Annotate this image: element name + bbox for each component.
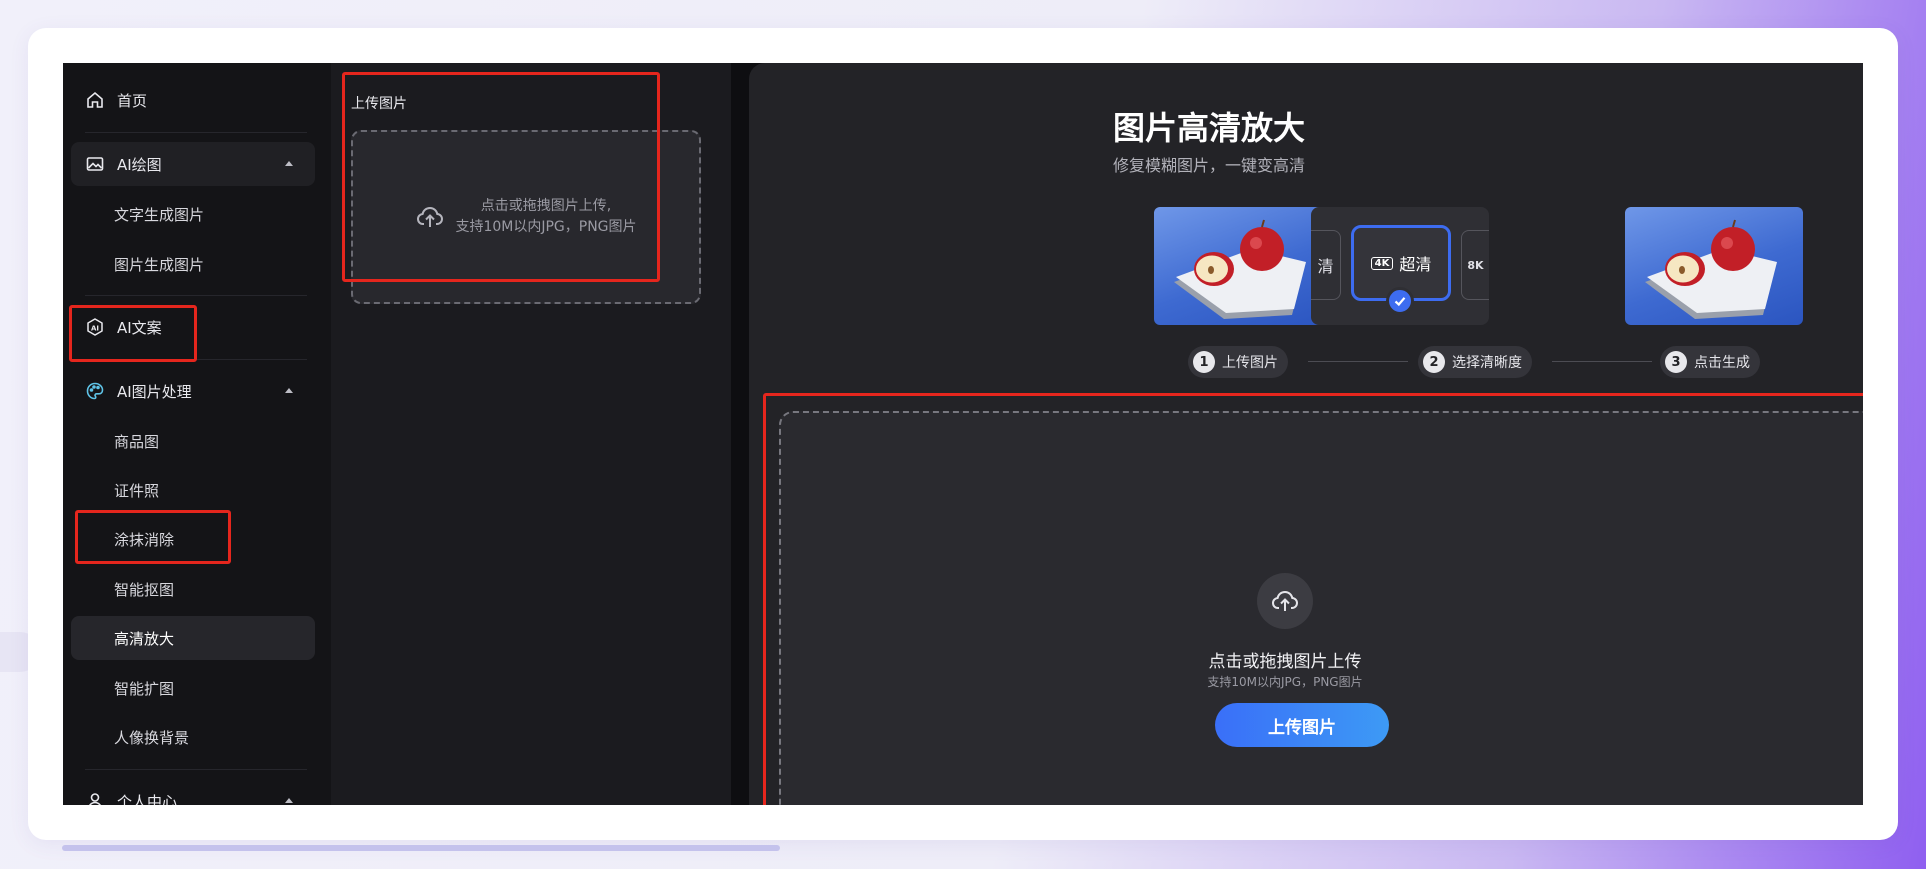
- nav-personal-center[interactable]: 个人中心: [71, 779, 315, 805]
- upload-hint: 支持10M以内JPG，PNG图片: [1207, 675, 1363, 689]
- sidebar: 首页 AI绘图 文字生成图片 图片生成图片 AI AI文案 AI图片处理 商品图…: [63, 63, 331, 805]
- upload-image-button[interactable]: 上传图片: [1215, 703, 1389, 747]
- app-window: 首页 AI绘图 文字生成图片 图片生成图片 AI AI文案 AI图片处理 商品图…: [63, 63, 1863, 805]
- step-number: 2: [1423, 351, 1445, 373]
- upload-cloud-button[interactable]: [1257, 573, 1313, 629]
- nav-ai-image-processing-label: AI图片处理: [117, 382, 192, 401]
- user-icon: [85, 791, 105, 805]
- main-content: 图片高清放大 修复模糊图片，一键变高清 清 4K 超清 8K 1 上传图片 2 …: [749, 63, 1863, 805]
- step-number: 3: [1665, 351, 1687, 373]
- panel-upload-dropzone[interactable]: 点击或拖拽图片上传, 支持10M以内JPG，PNG图片: [351, 130, 701, 304]
- nav-home-label: 首页: [117, 91, 148, 110]
- upload-title: 点击或拖拽图片上传: [1208, 652, 1362, 672]
- apple-image: [1174, 219, 1306, 319]
- step-label: 上传图片: [1222, 355, 1278, 371]
- quality-option-hd[interactable]: 清: [1311, 230, 1341, 300]
- ai-icon: AI: [85, 317, 105, 337]
- step-connector: [1552, 361, 1652, 362]
- chevron-up-icon: [285, 798, 293, 803]
- panel-title: 上传图片: [351, 96, 407, 112]
- apple-image: [1645, 219, 1777, 319]
- sidebar-item-cutout[interactable]: 智能抠图: [71, 567, 315, 611]
- nav-ai-copywriting[interactable]: AI AI文案: [71, 305, 315, 349]
- divider: [85, 132, 307, 133]
- 4k-badge: 4K: [1370, 256, 1394, 270]
- sidebar-item-upscale[interactable]: 高清放大: [71, 616, 315, 660]
- svg-text:AI: AI: [91, 325, 99, 333]
- step-label: 选择清晰度: [1452, 355, 1522, 371]
- nav-ai-drawing-label: AI绘图: [117, 155, 162, 174]
- page-subtitle: 修复模糊图片，一键变高清: [1112, 156, 1305, 175]
- sidebar-item-id-photo[interactable]: 证件照: [71, 468, 315, 512]
- image-icon: [85, 154, 105, 174]
- divider: [85, 295, 307, 296]
- panel-upload-text: 点击或拖拽图片上传,: [480, 198, 612, 214]
- step-example-blurry-image: [1154, 207, 1332, 325]
- upload-cloud-icon: [1271, 590, 1299, 611]
- sidebar-item-text-to-image[interactable]: 文字生成图片: [71, 192, 315, 236]
- page-title: 图片高清放大: [1112, 109, 1305, 147]
- upload-cloud-icon: [417, 206, 444, 227]
- palette-icon: [85, 381, 105, 401]
- chevron-up-icon: [285, 388, 293, 393]
- chevron-up-icon: [285, 161, 293, 166]
- horizontal-scrollbar[interactable]: [62, 845, 780, 851]
- quality-option-4k-label: 超清: [1399, 255, 1432, 274]
- nav-ai-drawing[interactable]: AI绘图: [71, 142, 315, 186]
- nav-ai-image-processing[interactable]: AI图片处理: [71, 369, 315, 413]
- step-example-hd-image: [1625, 207, 1803, 325]
- sidebar-item-erase[interactable]: 涂抹消除: [71, 517, 315, 561]
- sidebar-item-product-image[interactable]: 商品图: [71, 419, 315, 463]
- step-3: 3 点击生成: [1660, 346, 1760, 378]
- step-number: 1: [1193, 351, 1215, 373]
- step-2: 2 选择清晰度: [1418, 346, 1532, 378]
- nav-ai-copywriting-label: AI文案: [117, 318, 162, 337]
- nav-home[interactable]: 首页: [71, 78, 315, 122]
- divider: [85, 359, 307, 360]
- divider: [85, 769, 307, 770]
- sidebar-item-outpaint[interactable]: 智能扩图: [71, 666, 315, 710]
- settings-panel: 上传图片 点击或拖拽图片上传, 支持10M以内JPG，PNG图片: [331, 63, 731, 805]
- nav-personal-center-label: 个人中心: [117, 792, 178, 806]
- main-upload-dropzone[interactable]: 点击或拖拽图片上传 支持10M以内JPG，PNG图片 上传图片: [779, 411, 1863, 805]
- quality-selector[interactable]: 清 4K 超清 8K: [1311, 207, 1489, 325]
- step-label: 点击生成: [1694, 355, 1750, 371]
- step-1: 1 上传图片: [1188, 346, 1288, 378]
- check-icon: [1386, 287, 1414, 315]
- home-icon: [85, 90, 105, 110]
- quality-option-8k[interactable]: 8K: [1461, 230, 1489, 300]
- sidebar-item-image-to-image[interactable]: 图片生成图片: [71, 242, 315, 286]
- step-connector: [1308, 361, 1408, 362]
- panel-upload-hint: 支持10M以内JPG，PNG图片: [455, 219, 637, 235]
- sidebar-item-replace-background[interactable]: 人像换背景: [71, 715, 315, 759]
